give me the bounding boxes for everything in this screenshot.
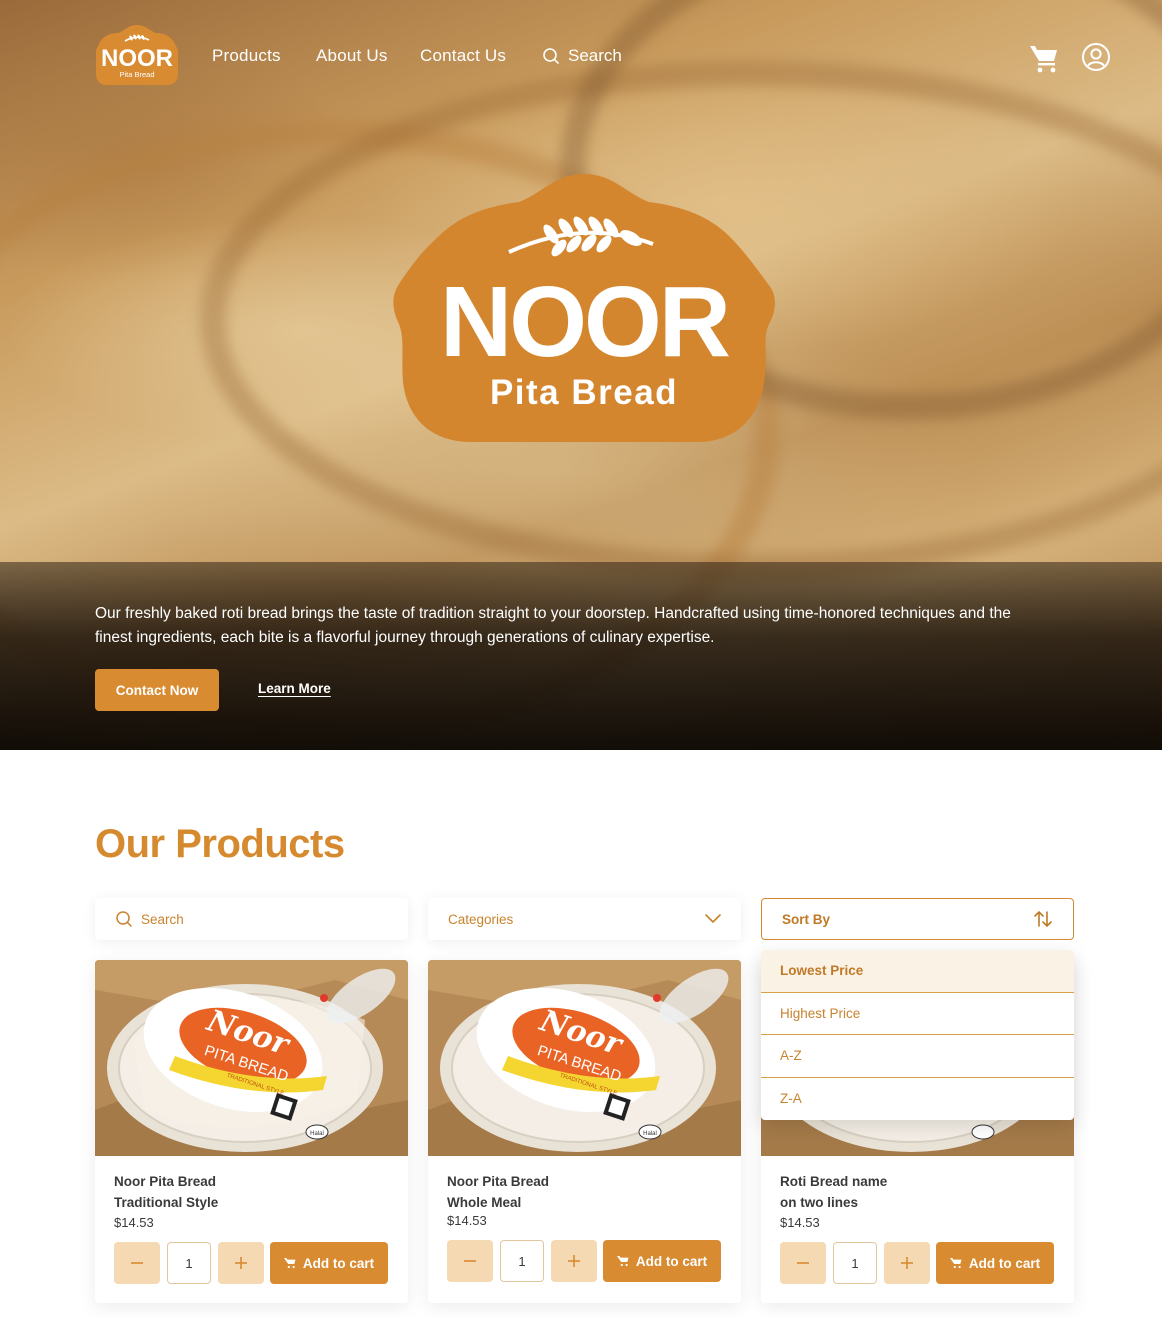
quantity-decrease-button[interactable] xyxy=(780,1242,826,1284)
hero-brand-logo: NOOR Pita Bread xyxy=(393,174,775,442)
product-name-line-1: Noor Pita Bread xyxy=(114,1174,217,1189)
plus-icon xyxy=(235,1257,247,1269)
cart-icon xyxy=(949,1258,962,1269)
add-to-cart-button[interactable]: Add to cart xyxy=(603,1240,721,1282)
minus-icon xyxy=(797,1262,809,1264)
learn-more-link[interactable]: Learn More xyxy=(258,681,331,696)
add-to-cart-button[interactable]: Add to cart xyxy=(936,1242,1054,1284)
cart-icon xyxy=(616,1256,629,1267)
sort-dropdown-menu: Lowest Price Highest Price A-Z Z-A xyxy=(761,950,1074,1120)
product-name: Roti Bread name on two lines xyxy=(780,1171,1050,1213)
product-name-line-2: Whole Meal xyxy=(447,1195,522,1210)
categories-label: Categories xyxy=(448,911,514,927)
add-to-cart-label: Add to cart xyxy=(968,1255,1041,1271)
chevron-down-icon xyxy=(705,914,721,923)
product-name-line-1: Noor Pita Bread xyxy=(447,1174,550,1189)
nav-search-label: Search xyxy=(568,46,622,65)
product-name: Noor Pita Bread Traditional Style xyxy=(114,1171,384,1213)
svg-text:Halal: Halal xyxy=(310,1131,324,1137)
search-icon xyxy=(543,48,559,64)
product-name-line-2: on two lines xyxy=(780,1195,859,1210)
product-name: Noor Pita Bread Whole Meal xyxy=(447,1171,717,1213)
product-price: $14.53 xyxy=(780,1215,820,1230)
sort-label: Sort By xyxy=(782,911,831,927)
svg-text:Pita Bread: Pita Bread xyxy=(490,373,678,412)
add-to-cart-button[interactable]: Add to cart xyxy=(270,1242,388,1284)
svg-text:Halal: Halal xyxy=(643,1131,657,1137)
quantity-increase-button[interactable] xyxy=(884,1242,930,1284)
add-to-cart-label: Add to cart xyxy=(302,1255,375,1271)
nav-link-products[interactable]: Products xyxy=(212,46,281,66)
sort-by-select[interactable]: Sort By xyxy=(761,898,1074,940)
quantity-decrease-button[interactable] xyxy=(447,1240,493,1282)
minus-icon xyxy=(464,1260,476,1262)
product-price: $14.53 xyxy=(447,1213,487,1228)
nav-link-about[interactable]: About Us xyxy=(316,46,388,66)
product-card[interactable]: Noor PITA BREAD TRADITIONAL STYLE Halal … xyxy=(95,960,408,1303)
plus-icon xyxy=(901,1257,913,1269)
quantity-input[interactable]: 1 xyxy=(500,1240,544,1282)
contact-now-button[interactable]: Contact Now xyxy=(95,669,219,711)
hero-section: NOOR Pita Bread Products About Us Contac… xyxy=(0,0,1162,750)
sort-option-lowest-price[interactable]: Lowest Price xyxy=(761,950,1074,993)
sort-option-z-a[interactable]: Z-A xyxy=(761,1078,1074,1121)
section-title: Our Products xyxy=(95,822,345,866)
quantity-input[interactable]: 1 xyxy=(833,1242,877,1284)
svg-text:NOOR: NOOR xyxy=(440,266,730,378)
nav-logo[interactable]: NOOR Pita Bread xyxy=(94,24,180,86)
search-placeholder: Search xyxy=(141,911,184,927)
svg-text:NOOR: NOOR xyxy=(101,45,173,72)
sort-option-highest-price[interactable]: Highest Price xyxy=(761,993,1074,1035)
product-image: Noor PITA BREAD TRADITIONAL STYLE Halal xyxy=(428,960,741,1156)
sort-icon xyxy=(1034,911,1052,927)
nav-link-contact[interactable]: Contact Us xyxy=(420,46,506,66)
quantity-input[interactable]: 1 xyxy=(167,1242,211,1284)
product-image: Noor PITA BREAD TRADITIONAL STYLE Halal xyxy=(95,960,408,1156)
search-icon xyxy=(116,911,132,927)
product-name-line-1: Roti Bread name xyxy=(780,1174,888,1189)
product-name-line-2: Traditional Style xyxy=(114,1195,219,1210)
minus-icon xyxy=(131,1262,143,1264)
add-to-cart-label: Add to cart xyxy=(635,1253,708,1269)
plus-icon xyxy=(568,1255,580,1267)
product-price: $14.53 xyxy=(114,1215,154,1230)
cart-icon xyxy=(283,1258,296,1269)
product-search-input[interactable]: Search xyxy=(95,898,408,940)
nav-search[interactable]: Search xyxy=(542,46,622,66)
categories-select[interactable]: Categories xyxy=(428,898,741,940)
quantity-increase-button[interactable] xyxy=(218,1242,264,1284)
sort-option-a-z[interactable]: A-Z xyxy=(761,1035,1074,1078)
quantity-increase-button[interactable] xyxy=(551,1240,597,1282)
quantity-decrease-button[interactable] xyxy=(114,1242,160,1284)
account-icon[interactable] xyxy=(1081,42,1111,72)
product-card[interactable]: Noor PITA BREAD TRADITIONAL STYLE Halal … xyxy=(428,960,741,1303)
svg-text:Pita Bread: Pita Bread xyxy=(119,70,154,79)
hero-description: Our freshly baked roti bread brings the … xyxy=(95,605,1011,646)
cart-icon[interactable] xyxy=(1028,42,1060,74)
hero-overlay xyxy=(0,562,1162,750)
